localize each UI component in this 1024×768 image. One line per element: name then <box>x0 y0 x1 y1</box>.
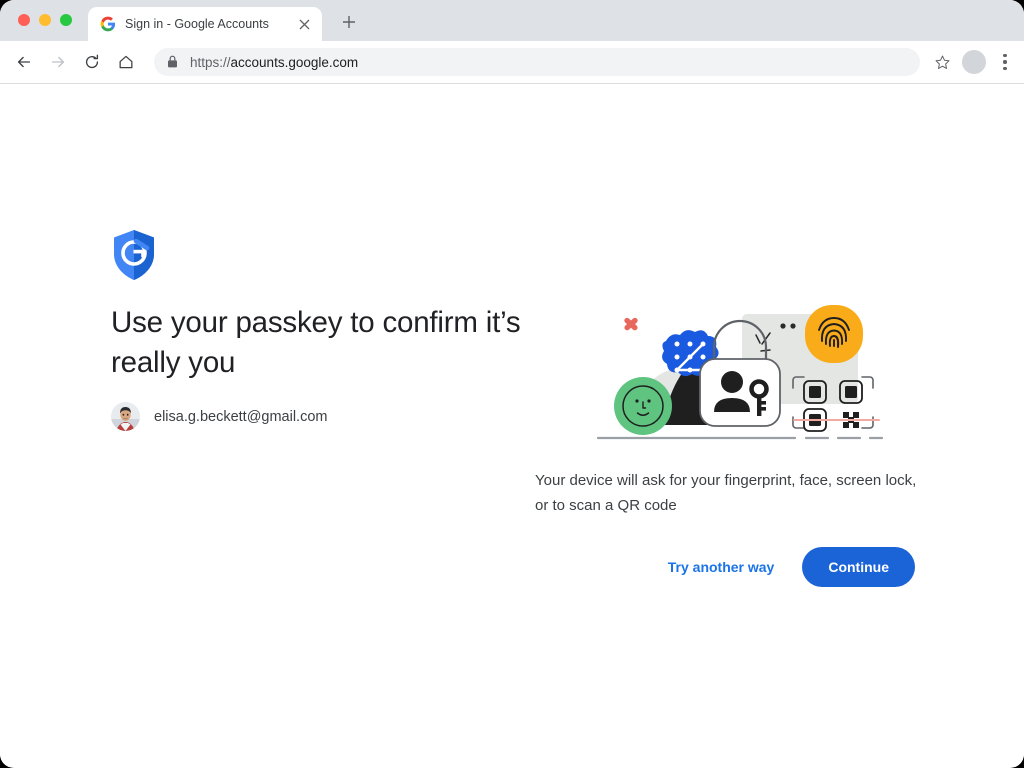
page-title: Use your passkey to confirm it’s really … <box>111 303 541 383</box>
account-chip[interactable]: elisa.g.beckett@gmail.com <box>111 402 327 431</box>
star-icon[interactable] <box>928 48 956 76</box>
yellow-fingerprint-badge <box>805 305 863 363</box>
user-photo-avatar <box>111 402 140 431</box>
google-g-icon <box>100 16 116 32</box>
passkey-methods-illustration <box>590 297 890 457</box>
account-email: elisa.g.beckett@gmail.com <box>154 409 327 425</box>
tab-title: Sign in - Google Accounts <box>125 17 295 31</box>
profile-avatar-icon[interactable] <box>962 50 986 74</box>
continue-button[interactable]: Continue <box>802 547 915 587</box>
action-buttons: Try another way Continue <box>535 547 915 587</box>
new-tab-button[interactable] <box>336 9 362 35</box>
arrow-right-icon[interactable] <box>42 46 74 78</box>
browser-window: Sign in - Google Accounts <box>0 0 1024 768</box>
green-face-circle <box>614 377 672 435</box>
url-host: accounts.google.com <box>231 55 359 70</box>
maximize-window-button[interactable] <box>60 14 72 26</box>
tab-strip: Sign in - Google Accounts <box>0 0 1024 41</box>
arrow-left-icon[interactable] <box>8 46 40 78</box>
close-icon[interactable] <box>295 15 313 33</box>
description-text: Your device will ask for your fingerprin… <box>535 468 927 518</box>
page-content: Use your passkey to confirm it’s really … <box>0 84 1024 767</box>
kebab-menu-icon[interactable] <box>996 54 1014 70</box>
red-x-mark <box>623 317 639 332</box>
url-scheme: https:// <box>190 55 231 70</box>
browser-toolbar: https://accounts.google.com <box>0 41 1024 84</box>
browser-tab[interactable]: Sign in - Google Accounts <box>88 7 322 41</box>
reload-icon[interactable] <box>76 46 108 78</box>
google-shield-logo <box>112 229 156 281</box>
lock-icon <box>167 55 179 69</box>
home-icon[interactable] <box>110 46 142 78</box>
address-bar-text: https://accounts.google.com <box>190 55 358 70</box>
close-window-button[interactable] <box>18 14 30 26</box>
try-another-way-button[interactable]: Try another way <box>662 551 781 583</box>
window-traffic-lights <box>18 14 72 26</box>
minimize-window-button[interactable] <box>39 14 51 26</box>
address-bar[interactable]: https://accounts.google.com <box>154 48 920 76</box>
